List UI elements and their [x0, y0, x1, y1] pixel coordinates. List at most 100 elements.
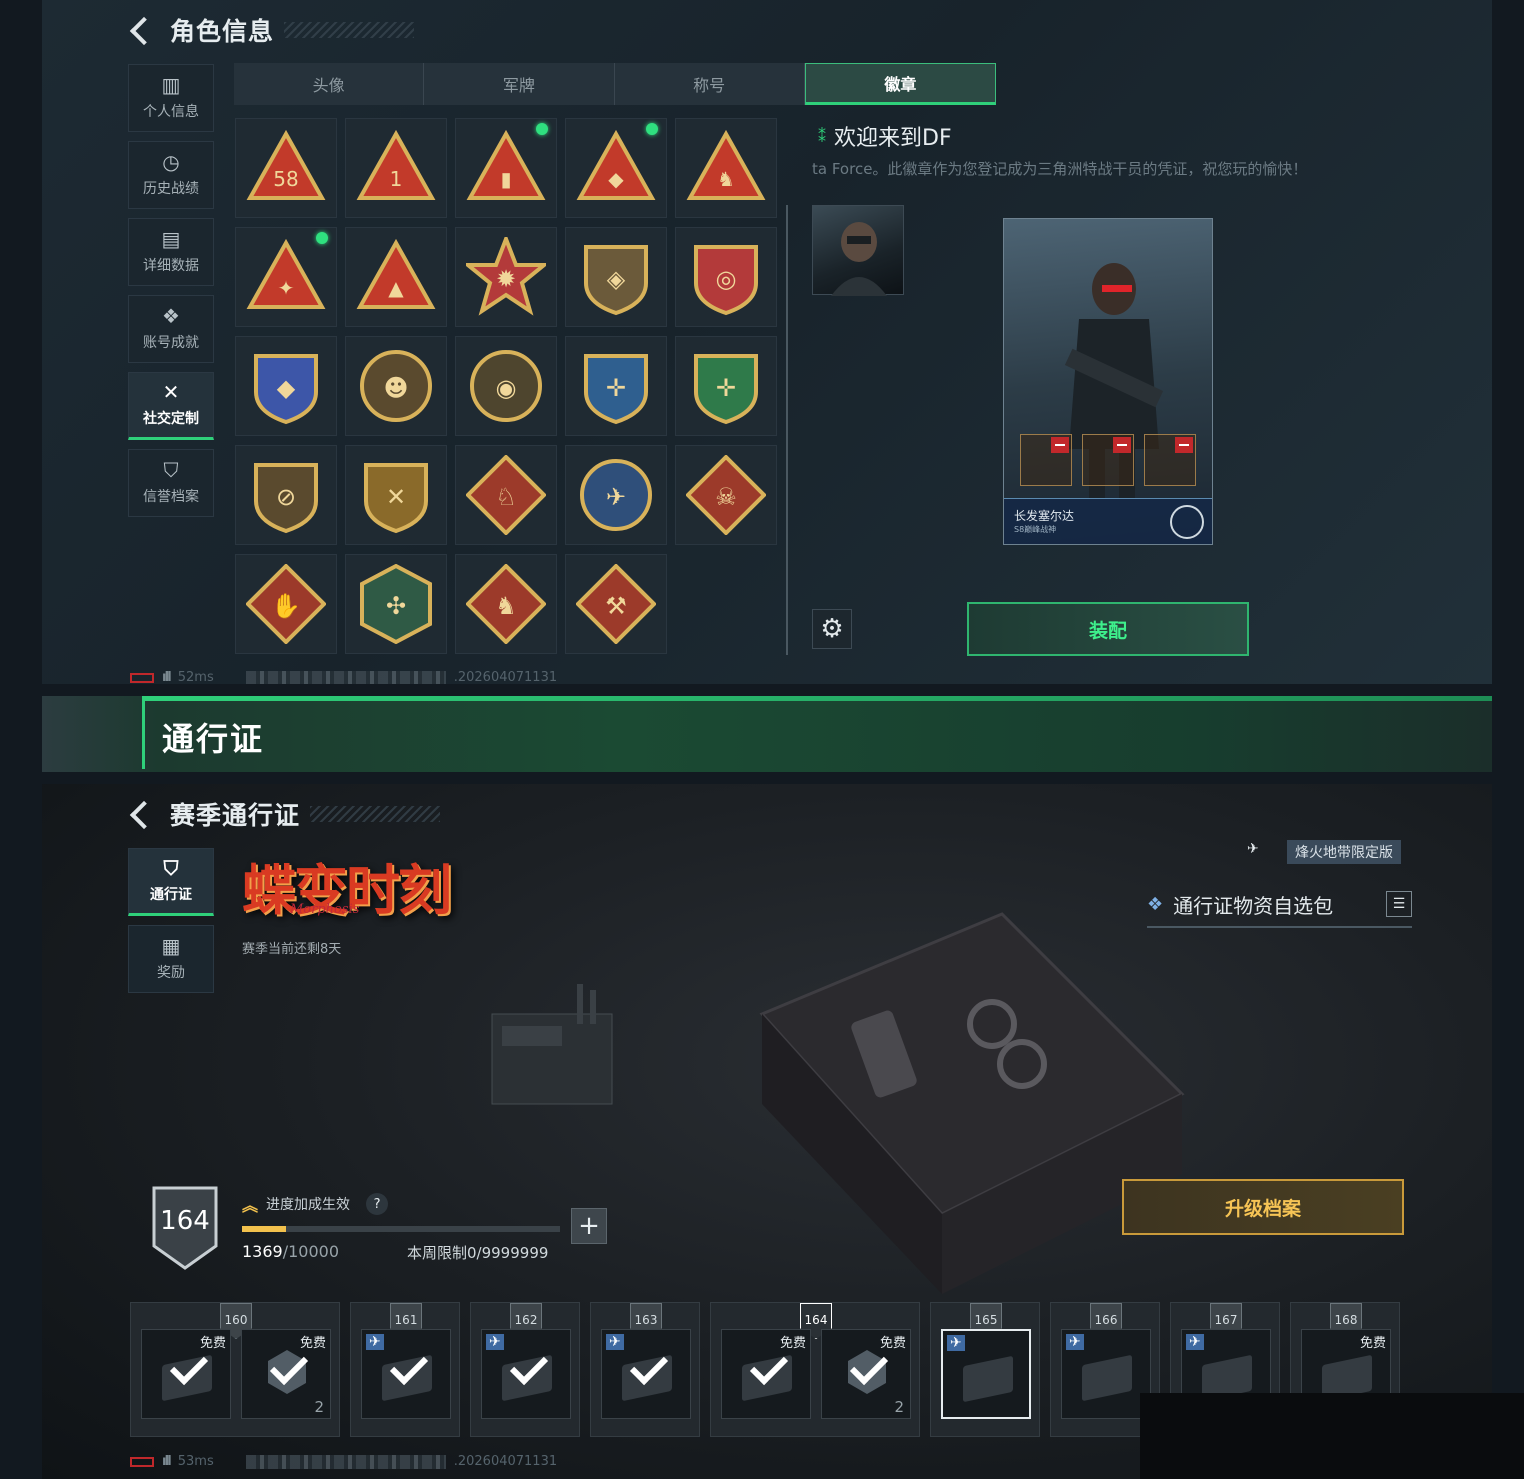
page-title: 赛季通行证 [170, 801, 301, 830]
badge-glyph: ✕ [386, 483, 406, 511]
badge-cell[interactable]: ◆ [235, 336, 337, 436]
new-indicator-dot [646, 123, 658, 135]
reward-slot[interactable]: ✈ [481, 1329, 571, 1419]
tab-bar: 头像 军牌 称号 徽章 [234, 63, 996, 105]
sidebar-item-2[interactable]: ▤ 详细数据 [128, 218, 214, 286]
reward-slot[interactable]: 免费 2 [241, 1329, 331, 1419]
badge-cell[interactable]: ✛ [675, 336, 777, 436]
badge-cell[interactable]: ✈ [565, 445, 667, 545]
badge-shield-icon: ✛ [584, 354, 648, 425]
reward-slot[interactable]: ✈ [941, 1329, 1031, 1419]
badge-glyph: ☻ [383, 374, 408, 402]
sidebar-item-label: 详细数据 [143, 258, 199, 274]
reward-slot[interactable]: 免费 2 [821, 1329, 911, 1419]
badge-art: ▲ [356, 237, 436, 317]
tab-1[interactable]: 军牌 [424, 63, 615, 105]
tab-3[interactable]: 徽章 [804, 63, 996, 105]
badge-cell[interactable]: ✛ [565, 336, 667, 436]
badge-cell[interactable]: ▮ [455, 118, 557, 218]
sidebar-item-label: 账号成就 [143, 335, 199, 351]
badge-cell[interactable]: ✋ [235, 554, 337, 654]
sidebar-item-5[interactable]: ⛉ 信誉档案 [128, 449, 214, 517]
badge-circle-icon: ☻ [360, 350, 432, 422]
title-marker-icon: ⁑ [818, 126, 826, 146]
upgrade-profile-button[interactable]: 升级档案 [1122, 1179, 1404, 1235]
reward-slot[interactable]: ✈ [361, 1329, 451, 1419]
reward-slot[interactable]: 免费 [721, 1329, 811, 1419]
equipped-badge-slot[interactable] [1144, 434, 1196, 486]
badge-art: ✋ [246, 564, 326, 644]
card-footer: 长发塞尔达 S8巅峰战神 [1004, 498, 1212, 544]
badge-glyph: ✹ [496, 265, 516, 293]
badge-cell[interactable]: ✦ [235, 227, 337, 327]
xp-max: /10000 [282, 1242, 340, 1261]
badge-cell[interactable]: ☻ [345, 336, 447, 436]
sidebar-item-0[interactable]: ▥ 个人信息 [128, 64, 214, 132]
reward-level-group: 161 ✈ [350, 1302, 460, 1437]
badge-description: ta Force。此徽章作为您登记成为三角洲特战干员的凭证，祝您玩的愉快！ [812, 160, 1308, 178]
folder-icon: ▤ [161, 227, 181, 251]
sidebar-item-4[interactable]: ✕ 社交定制 [128, 372, 214, 440]
tab-2[interactable]: 称号 [615, 63, 805, 105]
supply-pack-selector[interactable]: ❖ 通行证物资自选包 ☰ [1147, 882, 1412, 928]
badge-cell[interactable]: ▲ [345, 227, 447, 327]
equipped-badge-slot[interactable] [1082, 434, 1134, 486]
sidebar-item-0[interactable]: ⛉ 通行证 [128, 848, 214, 916]
equipped-badge-slot[interactable] [1020, 434, 1072, 486]
badge-art: ✦ [246, 237, 326, 317]
badge-cell[interactable]: 1 [345, 118, 447, 218]
badge-art: ◉ [466, 346, 546, 426]
badge-cell[interactable]: ♞ [675, 118, 777, 218]
equip-button[interactable]: 装配 [967, 602, 1249, 656]
radio-device-illustration [491, 984, 613, 1105]
remove-badge-button[interactable] [1051, 437, 1069, 453]
badge-cell[interactable]: ♘ [455, 445, 557, 545]
badge-art: ♞ [686, 128, 766, 208]
sidebar-item-1[interactable]: ◷ 历史战绩 [128, 141, 214, 209]
season-days-left: 赛季当前还剩8天 [242, 942, 342, 957]
pass-icon: ⛉ [163, 856, 179, 880]
remove-badge-button[interactable] [1113, 437, 1131, 453]
badge-cell[interactable]: ◆ [565, 118, 667, 218]
badge-cell[interactable]: ◎ [675, 227, 777, 327]
helicopter-icon: ✈ [947, 1335, 965, 1351]
badge-name: 欢迎来到DF [834, 126, 952, 151]
reward-slot[interactable]: ✈ [601, 1329, 691, 1419]
history-icon: ◷ [162, 150, 180, 174]
reward-slot[interactable]: 免费 [141, 1329, 231, 1419]
back-arrow-icon[interactable] [130, 17, 156, 43]
badge-cell[interactable]: ⊘ [235, 445, 337, 545]
sidebar-item-1[interactable]: ▦ 奖励 [128, 925, 214, 993]
pass-level: 164 [160, 1206, 210, 1236]
tools-icon: ✕ [162, 380, 180, 404]
badge-cell[interactable]: ◉ [455, 336, 557, 436]
battery-icon [130, 1456, 154, 1467]
badge-cell[interactable]: ♞ [455, 554, 557, 654]
badge-art: ♞ [466, 564, 546, 644]
reward-slot[interactable]: ✈ [1061, 1329, 1151, 1419]
reward-crate-icon [963, 1355, 1013, 1403]
help-icon[interactable]: ? [366, 1193, 389, 1215]
badge-cell[interactable]: ◈ [565, 227, 667, 327]
badge-cell[interactable]: ✹ [455, 227, 557, 327]
back-arrow-icon[interactable] [130, 801, 156, 827]
tab-0[interactable]: 头像 [234, 63, 425, 105]
remove-badge-button[interactable] [1175, 437, 1193, 453]
settings-gear-icon[interactable]: ⚙ [812, 609, 852, 649]
add-xp-button[interactable]: + [571, 1208, 607, 1244]
badge-diamond-icon: ⚒ [576, 564, 656, 644]
badge-cell[interactable]: ⚒ [565, 554, 667, 654]
badge-cell[interactable]: ☠ [675, 445, 777, 545]
badge-cell[interactable]: ✕ [345, 445, 447, 545]
header-hatch-decoration [310, 806, 441, 822]
badge-cell[interactable]: 58 [235, 118, 337, 218]
shield-icon: ⛉ [163, 458, 179, 482]
faction-logo-icon [1170, 505, 1204, 539]
badge-cell[interactable]: ✣ [345, 554, 447, 654]
sidebar-item-3[interactable]: ❖ 账号成就 [128, 295, 214, 363]
badge-triangle-icon: 58 [246, 129, 326, 200]
free-label: 免费 [1359, 1336, 1386, 1351]
list-icon[interactable]: ☰ [1386, 891, 1412, 917]
avatar-thumbnail[interactable] [812, 205, 904, 296]
free-label: 免费 [199, 1336, 226, 1351]
